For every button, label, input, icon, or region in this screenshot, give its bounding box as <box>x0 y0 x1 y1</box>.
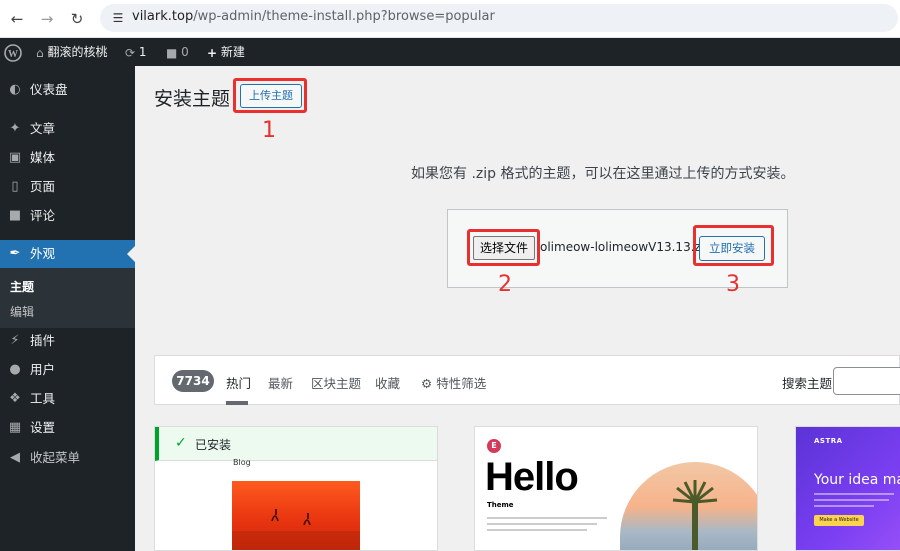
preview-text-line <box>487 523 597 525</box>
site-name: 翻滚的核桃 <box>47 45 108 59</box>
annotation-box-3 <box>693 225 774 266</box>
menu-settings[interactable]: ▦ 设置 <box>0 414 135 442</box>
reload-icon[interactable]: ↻ <box>66 8 88 30</box>
theme-card-astra[interactable]: ASTRA Your idea matt Make a Website <box>795 426 900 551</box>
hello-theme-title: Hello <box>485 455 579 499</box>
elementor-logo-icon: E <box>487 439 501 453</box>
upload-help-text: 如果您有 .zip 格式的主题，可以在这里通过上传的方式安装。 <box>411 166 795 182</box>
url-text[interactable]: vilark.top/wp-admin/theme-install.php?br… <box>132 9 495 24</box>
plugin-icon: ⚡ <box>10 333 20 348</box>
feature-filter-button[interactable]: ⚙ 特性筛选 <box>421 373 486 392</box>
dashboard-icon: ◐ <box>9 82 21 97</box>
updates-link[interactable]: ⟳ 1 <box>125 38 147 66</box>
plus-icon: + <box>207 45 218 60</box>
tab-latest[interactable]: 最新 <box>268 373 293 392</box>
menu-dashboard[interactable]: ◐ 仪表盘 <box>0 76 135 104</box>
theme-card-installed[interactable]: ✓ 已安装 Blog <box>154 426 438 551</box>
new-label: 新建 <box>220 45 245 59</box>
annotation-box-2 <box>467 229 540 266</box>
feature-filter-label: 特性筛选 <box>436 376 487 391</box>
site-info-icon[interactable]: ☰ <box>110 10 126 26</box>
annotation-label-1: 1 <box>262 118 276 143</box>
updates-icon: ⟳ <box>125 45 136 60</box>
tab-block-themes[interactable]: 区块主题 <box>311 373 361 392</box>
astra-headline: Your idea matt <box>814 472 900 488</box>
wordpress-logo-icon[interactable]: W <box>4 38 22 66</box>
page-title: 安装主题 <box>154 88 231 110</box>
comment-bubble-icon: ■ <box>166 45 178 60</box>
home-icon: ⌂ <box>36 45 44 60</box>
wrench-icon: ❖ <box>9 391 21 406</box>
menu-plugins[interactable]: ⚡ 插件 <box>0 327 135 355</box>
menu-comments[interactable]: ■ 评论 <box>0 202 135 230</box>
pin-icon: ✦ <box>9 121 21 136</box>
menu-posts[interactable]: ✦ 文章 <box>0 115 135 143</box>
preview-text-line <box>487 529 587 531</box>
menu-appearance[interactable]: ✒ 外观 <box>0 240 135 268</box>
astra-logo: ASTRA <box>814 437 843 445</box>
gear-icon: ⚙ <box>421 376 433 391</box>
site-name-link[interactable]: ⌂ 翻滚的核桃 <box>36 38 107 66</box>
cactus-preview-image <box>620 462 757 550</box>
new-content-link[interactable]: + 新建 <box>207 38 245 66</box>
preview-text-line <box>814 499 889 501</box>
collapse-icon: ◀ <box>10 450 20 465</box>
annotation-label-3: 3 <box>726 272 740 297</box>
media-icon: ▣ <box>8 150 22 165</box>
forward-icon[interactable]: → <box>36 8 58 30</box>
comments-link[interactable]: ■ 0 <box>166 38 189 66</box>
active-tab-indicator <box>226 401 248 405</box>
installed-notice: ✓ 已安装 <box>155 427 437 461</box>
settings-icon: ▦ <box>8 420 22 435</box>
theme-count-badge: 7734 <box>172 370 214 392</box>
comments-count: 0 <box>181 45 189 59</box>
address-bar[interactable]: ☰ vilark.top/wp-admin/theme-install.php?… <box>100 4 898 32</box>
annotation-label-2: 2 <box>498 272 512 297</box>
page-icon: ▯ <box>11 179 19 194</box>
back-icon[interactable]: ← <box>6 8 28 30</box>
submenu-editor[interactable]: 编辑 <box>10 303 34 320</box>
preview-text-line <box>814 493 894 495</box>
tab-popular[interactable]: 热门 <box>226 373 251 392</box>
comment-icon: ■ <box>8 208 22 223</box>
selected-file-name: olimeow-lolimeowV13.13.zip <box>540 240 712 254</box>
menu-users[interactable]: ● 用户 <box>0 356 135 384</box>
svg-text:W: W <box>8 49 18 60</box>
search-themes-input[interactable] <box>833 367 900 395</box>
theme-preview-image <box>232 481 360 550</box>
annotation-box-1 <box>233 78 307 113</box>
updates-count: 1 <box>138 45 147 59</box>
menu-tools[interactable]: ❖ 工具 <box>0 385 135 413</box>
preview-text-line <box>487 517 607 519</box>
astra-cta-button: Make a Website <box>814 515 864 526</box>
menu-collapse[interactable]: ◀ 收起菜单 <box>0 444 135 472</box>
browser-toolbar: ← → ↻ ☰ vilark.top/wp-admin/theme-instal… <box>0 0 900 38</box>
submenu-themes[interactable]: 主题 <box>10 278 34 295</box>
appearance-submenu: 主题 编辑 <box>0 268 135 328</box>
preview-text-line <box>814 505 874 507</box>
search-themes-label: 搜索主题 <box>782 376 833 391</box>
user-icon: ● <box>9 362 21 377</box>
check-icon: ✓ <box>175 435 187 451</box>
hello-theme-subtitle: Theme <box>487 501 514 509</box>
menu-media[interactable]: ▣ 媒体 <box>0 144 135 172</box>
menu-pages[interactable]: ▯ 页面 <box>0 173 135 201</box>
brush-icon: ✒ <box>9 246 21 261</box>
installed-label: 已安装 <box>195 438 232 452</box>
theme-preview-blog-text: Blog <box>233 458 251 467</box>
admin-bar: W ⌂ 翻滚的核桃 ⟳ 1 ■ 0 + 新建 <box>0 38 900 66</box>
tab-favorites[interactable]: 收藏 <box>375 373 400 392</box>
theme-card-hello[interactable]: E Hello Theme <box>474 426 758 551</box>
